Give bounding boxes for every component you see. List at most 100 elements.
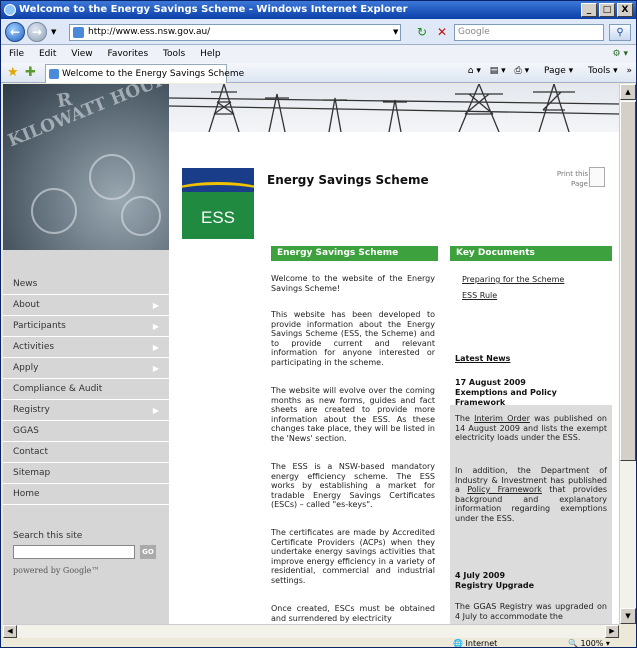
search-input[interactable]: Google — [454, 24, 604, 41]
chevron-more-icon[interactable]: » — [626, 66, 632, 76]
tab-page-icon — [49, 69, 59, 79]
address-field[interactable]: http://www.ess.nsw.gov.au/ — [69, 24, 401, 41]
nav-home[interactable]: Home — [3, 484, 169, 505]
nav-contact[interactable]: Contact — [3, 442, 169, 463]
key-documents-heading: Key Documents — [450, 246, 612, 261]
link-interim-order[interactable]: Interim Order — [474, 414, 530, 423]
nav-news[interactable]: News — [3, 274, 169, 295]
menu-tools[interactable]: Tools — [163, 49, 185, 59]
chevron-right-icon: ▶ — [152, 406, 159, 415]
nav-activities[interactable]: Activities ▶ — [3, 337, 169, 358]
menu-view[interactable]: View — [71, 49, 92, 59]
body-paragraph: Once created, ESCs must be obtained and … — [271, 604, 435, 623]
news-title: Exemptions and Policy Framework — [455, 388, 557, 407]
chevron-right-icon: ▶ — [152, 343, 159, 352]
status-bar: 🌐 Internet 🔍 100% ▾ — [1, 638, 636, 648]
favorites-star-icon[interactable]: ★ — [7, 65, 19, 80]
favorites-bar: ★ ✚ Welcome to the Energy Savings Scheme… — [1, 63, 636, 83]
hero-word-kwh: KILOWATT HOURS — [5, 84, 169, 152]
pylon-illustration — [169, 84, 619, 132]
page-viewport: R KILOWATT HOURS News About ▶ Participant… — [3, 84, 619, 624]
intro-paragraph: Welcome to the website of the Energy Sav… — [271, 274, 435, 293]
back-button[interactable]: ← — [5, 22, 25, 42]
scroll-down-icon[interactable]: ▼ — [620, 608, 636, 624]
scroll-left-icon[interactable]: ◀ — [3, 625, 17, 638]
meter-dial — [89, 154, 135, 200]
news-date: 4 July 2009 — [455, 571, 506, 580]
meter-dial — [31, 188, 77, 234]
close-button[interactable]: X — [617, 3, 633, 17]
security-zone: 🌐 Internet — [453, 639, 498, 648]
horizontal-scrollbar[interactable]: ◀ ▶ — [3, 624, 619, 638]
menu-bar: File Edit View Favorites Tools Help ⚙ ▾ — [1, 45, 636, 63]
nav-compliance-audit[interactable]: Compliance & Audit — [3, 379, 169, 400]
minimize-button[interactable]: _ — [581, 3, 597, 17]
add-favorites-icon[interactable]: ✚ — [25, 65, 36, 80]
nav-sitemap[interactable]: Sitemap — [3, 463, 169, 484]
news-paragraph: In addition, the Department of Industry … — [455, 466, 607, 523]
refresh-icon[interactable]: ↻ — [413, 24, 431, 41]
window-controls: _ □ X — [581, 3, 633, 17]
title-bar[interactable]: Welcome to the Energy Savings Scheme - W… — [1, 1, 636, 19]
scroll-up-icon[interactable]: ▲ — [620, 84, 636, 100]
window-title: Welcome to the Energy Savings Scheme - W… — [19, 4, 408, 15]
scroll-thumb[interactable] — [620, 101, 636, 461]
body-paragraph: This website has been developed to provi… — [271, 310, 435, 367]
chevron-right-icon: ▶ — [152, 322, 159, 331]
menu-file[interactable]: File — [9, 49, 24, 59]
pylon-banner-image — [169, 84, 619, 132]
tab-active[interactable]: Welcome to the Energy Savings Scheme — [45, 64, 244, 83]
browser-window: Welcome to the Energy Savings Scheme - W… — [0, 0, 637, 648]
tools-menu[interactable]: Tools ▾ — [582, 66, 618, 76]
nav-apply[interactable]: Apply ▶ — [3, 358, 169, 379]
search-icon[interactable]: ⚲ — [609, 24, 631, 41]
print-page-icon[interactable] — [589, 167, 605, 187]
main-section-heading: Energy Savings Scheme — [271, 246, 438, 261]
body-paragraph: The website will evolve over the coming … — [271, 386, 435, 443]
left-column: R KILOWATT HOURS News About ▶ Participant… — [3, 84, 169, 624]
stop-icon[interactable]: ✕ — [433, 24, 451, 41]
site-search-go-button[interactable]: GO — [140, 545, 156, 559]
site-search-label: Search this site — [13, 531, 83, 541]
forward-button[interactable]: → — [27, 22, 47, 42]
menu-edit[interactable]: Edit — [39, 49, 56, 59]
nav-about[interactable]: About ▶ — [3, 295, 169, 316]
page-icon — [73, 27, 84, 38]
chevron-right-icon: ▶ — [152, 301, 159, 310]
ie-logo-icon — [4, 4, 16, 16]
nav-registry[interactable]: Registry ▶ — [3, 400, 169, 421]
ess-logo: ESS — [182, 168, 254, 239]
tab-label: Welcome to the Energy Savings Scheme — [62, 69, 245, 79]
chevron-right-icon: ▶ — [152, 364, 159, 373]
menu-help[interactable]: Help — [200, 49, 221, 59]
sidebar-nav: News About ▶ Participants ▶ Activities ▶ Ap… — [3, 274, 169, 505]
print-page-link[interactable]: Print this Page — [548, 169, 588, 189]
news-date: 17 August 2009 — [455, 378, 526, 387]
hero-meter-image: R KILOWATT HOURS — [3, 84, 169, 250]
news-paragraph: The Interim Order was published on 14 Au… — [455, 414, 608, 442]
page-title: Energy Savings Scheme — [267, 173, 429, 187]
link-policy-framework[interactable]: Policy Framework — [467, 485, 542, 494]
scroll-right-icon[interactable]: ▶ — [605, 625, 619, 638]
page-menu[interactable]: Page ▾ — [538, 66, 573, 76]
address-dropdown-icon[interactable]: ▼ — [393, 24, 403, 41]
nav-participants[interactable]: Participants ▶ — [3, 316, 169, 337]
toolbar-options-icon[interactable]: ⚙ ▾ — [613, 45, 628, 63]
powered-by-google: powered by Google™ — [13, 566, 100, 575]
site-search-input[interactable] — [13, 545, 135, 559]
maximize-button[interactable]: □ — [599, 3, 615, 17]
menu-favorites[interactable]: Favorites — [107, 49, 148, 59]
home-icon[interactable]: ⌂ ▾ — [468, 66, 481, 76]
feeds-icon[interactable]: ▤ ▾ — [490, 66, 506, 76]
vertical-scrollbar[interactable]: ▲ ▼ — [619, 84, 636, 624]
history-dropdown-icon[interactable]: ▼ — [51, 28, 56, 36]
body-paragraph: The certificates are made by Accredited … — [271, 528, 435, 585]
link-preparing-for-scheme[interactable]: Preparing for the Scheme — [462, 275, 564, 284]
link-ess-rule[interactable]: ESS Rule — [462, 291, 497, 300]
print-icon[interactable]: ⎙ ▾ — [515, 66, 530, 76]
body-paragraph: The ESS is a NSW-based mandatory energy … — [271, 462, 435, 509]
nav-ggas[interactable]: GGAS — [3, 421, 169, 442]
zoom-level[interactable]: 🔍 100% ▾ — [568, 638, 610, 647]
latest-news-heading[interactable]: Latest News — [455, 354, 510, 364]
logo-text: ESS — [200, 208, 236, 227]
